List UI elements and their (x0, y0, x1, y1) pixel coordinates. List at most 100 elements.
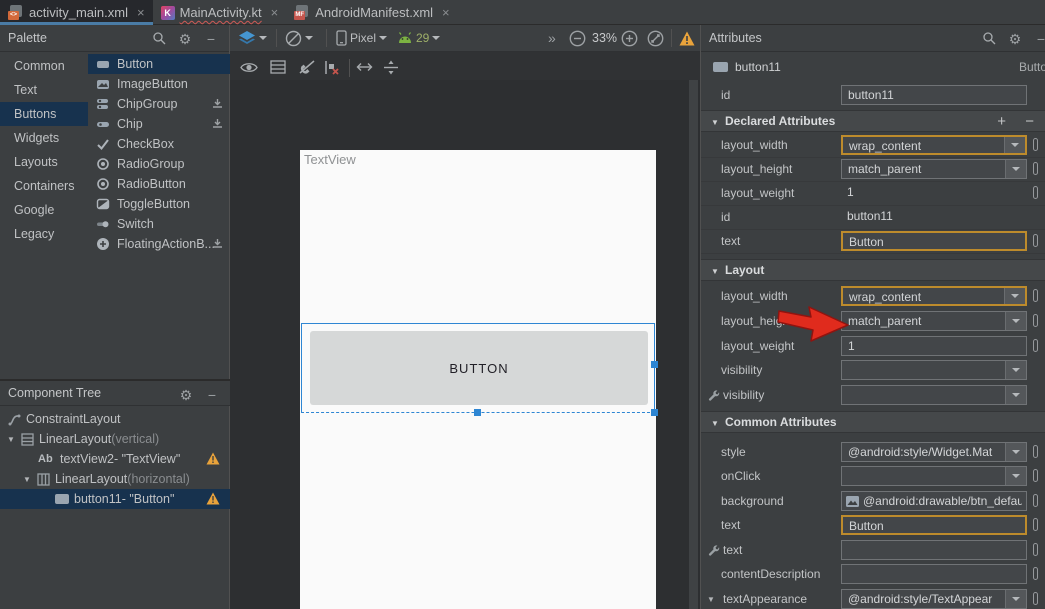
gear-icon[interactable]: ⚙ (177, 31, 193, 47)
palette-category-text[interactable]: Text (0, 78, 88, 102)
default-margins-button[interactable] (383, 58, 399, 76)
vertical-scrollbar[interactable] (689, 80, 698, 609)
design-surface-mode-button[interactable] (238, 29, 267, 47)
layout-height-dropdown[interactable]: match_parent (841, 311, 1027, 331)
close-icon[interactable]: × (137, 5, 145, 20)
remove-attribute-button[interactable]: − (1025, 113, 1034, 130)
style-dropdown[interactable]: @android:style/Widget.Mat (841, 442, 1027, 462)
close-icon[interactable]: × (271, 5, 279, 20)
palette-item-radiobutton[interactable]: RadioButton (88, 174, 230, 194)
expand-arrow-icon[interactable]: ▼ (707, 595, 715, 604)
resource-picker-button[interactable] (1033, 543, 1038, 556)
layout-width-dropdown[interactable]: wrap_content (841, 135, 1027, 155)
resource-picker-button[interactable] (1033, 186, 1038, 199)
resize-handle-corner[interactable] (651, 409, 658, 416)
textview-widget[interactable]: TextView (304, 152, 356, 167)
resource-picker-button[interactable] (1033, 567, 1038, 580)
zoom-in-button[interactable] (621, 29, 638, 47)
contentdescription-input[interactable] (841, 564, 1027, 584)
palette-item-radiogroup[interactable]: RadioGroup (88, 154, 230, 174)
resource-picker-button[interactable] (1033, 494, 1038, 507)
tools-visibility-dropdown[interactable] (841, 385, 1027, 405)
clear-constraints-button[interactable] (324, 58, 340, 76)
section-declared-attributes[interactable]: ▼ Declared Attributes + − (701, 110, 1045, 132)
resize-handle-right[interactable] (651, 361, 658, 368)
palette-category-containers[interactable]: Containers (0, 174, 88, 198)
palette-category-layouts[interactable]: Layouts (0, 150, 88, 174)
blueprint-layers-button[interactable] (270, 58, 286, 76)
resource-picker-button[interactable] (1033, 518, 1038, 531)
zoom-to-fit-button[interactable] (647, 29, 664, 47)
palette-category-legacy[interactable]: Legacy (0, 222, 88, 246)
search-icon[interactable] (151, 31, 167, 47)
tree-node-constraintlayout[interactable]: ConstraintLayout (0, 409, 230, 429)
palette-item-chipgroup[interactable]: ChipGroup (88, 94, 230, 114)
resource-picker-button[interactable] (1033, 138, 1038, 151)
palette-item-checkbox[interactable]: CheckBox (88, 134, 230, 154)
resource-picker-button[interactable] (1033, 445, 1038, 458)
infer-constraints-button[interactable] (356, 58, 373, 76)
visibility-dropdown[interactable] (841, 360, 1027, 380)
palette-item-chip[interactable]: Chip (88, 114, 230, 134)
resource-picker-button[interactable] (1033, 314, 1038, 327)
palette-item-imagebutton[interactable]: ImageButton (88, 74, 230, 94)
tree-node-textview2[interactable]: Ab textView2- "TextView" (0, 449, 230, 469)
selection-box[interactable]: BUTTON (301, 323, 655, 413)
text-input[interactable]: Button (841, 231, 1027, 251)
minimize-icon[interactable]: − (203, 31, 219, 47)
tree-node-linearlayout-horizontal[interactable]: ▼ LinearLayout(horizontal) (0, 469, 230, 489)
section-common-attributes[interactable]: ▼ Common Attributes (701, 411, 1045, 433)
palette-item-button[interactable]: Button (88, 54, 230, 74)
palette-category-google[interactable]: Google (0, 198, 88, 222)
resource-picker-button[interactable] (1033, 592, 1038, 605)
palette-category-common[interactable]: Common (0, 54, 88, 78)
layout-weight-value[interactable]: 1 (841, 183, 1027, 203)
resize-handle-bottom[interactable] (474, 409, 481, 416)
onclick-dropdown[interactable] (841, 466, 1027, 486)
gear-icon[interactable]: ⚙ (1007, 31, 1023, 47)
button-widget[interactable]: BUTTON (310, 331, 648, 405)
textappearance-dropdown[interactable]: @android:style/TextAppear (841, 589, 1027, 609)
search-icon[interactable] (981, 31, 997, 47)
layout-width-dropdown[interactable]: wrap_content (841, 286, 1027, 306)
device-screen[interactable]: TextView BUTTON (300, 150, 656, 609)
autoconnect-off-button[interactable] (298, 58, 316, 76)
tools-text-input[interactable] (841, 540, 1027, 560)
minimize-icon[interactable]: − (204, 387, 220, 403)
zoom-out-button[interactable] (569, 29, 586, 47)
expand-arrow-icon[interactable]: ▼ (7, 435, 15, 444)
tree-node-button11[interactable]: button11- "Button" (0, 489, 230, 509)
orientation-button[interactable] (285, 29, 313, 47)
device-selector[interactable]: Pixel (336, 29, 387, 47)
expand-arrow-icon[interactable]: ▼ (23, 475, 31, 484)
palette-item-floatingactionbutton[interactable]: FloatingActionB... (88, 234, 230, 254)
tab-mainactivity-kt[interactable]: K MainActivity.kt × (153, 0, 287, 25)
resource-picker-button[interactable] (1033, 234, 1038, 247)
palette-category-widgets[interactable]: Widgets (0, 126, 88, 150)
layout-weight-input[interactable]: 1 (841, 336, 1027, 356)
palette-item-togglebutton[interactable]: ToggleButton (88, 194, 230, 214)
layout-height-dropdown[interactable]: match_parent (841, 159, 1027, 179)
resource-picker-button[interactable] (1033, 162, 1038, 175)
toolbar-overflow-button[interactable]: » (548, 29, 556, 47)
palette-category-buttons[interactable]: Buttons (0, 102, 88, 126)
section-layout[interactable]: ▼ Layout (701, 259, 1045, 281)
minimize-icon[interactable]: − (1033, 31, 1045, 47)
background-input[interactable]: @android:drawable/btn_defau (841, 491, 1027, 511)
warnings-button[interactable] (679, 29, 695, 47)
api-level-selector[interactable]: 29 (397, 29, 440, 47)
view-options-button[interactable] (240, 58, 258, 76)
tab-activity-main-xml[interactable]: <> activity_main.xml × (0, 0, 153, 25)
design-canvas[interactable]: TextView BUTTON (230, 80, 700, 609)
palette-item-switch[interactable]: Switch (88, 214, 230, 234)
tab-androidmanifest-xml[interactable]: MF AndroidManifest.xml × (286, 0, 457, 25)
id-input[interactable]: button11 (841, 85, 1027, 105)
close-icon[interactable]: × (442, 5, 450, 20)
id-value[interactable]: button11 (841, 207, 1027, 227)
text-input[interactable]: Button (841, 515, 1027, 535)
resource-picker-button[interactable] (1033, 469, 1038, 482)
add-attribute-button[interactable]: + (997, 113, 1006, 130)
gear-icon[interactable]: ⚙ (178, 387, 194, 403)
tree-node-linearlayout-vertical[interactable]: ▼ LinearLayout(vertical) (0, 429, 230, 449)
resource-picker-button[interactable] (1033, 289, 1038, 302)
